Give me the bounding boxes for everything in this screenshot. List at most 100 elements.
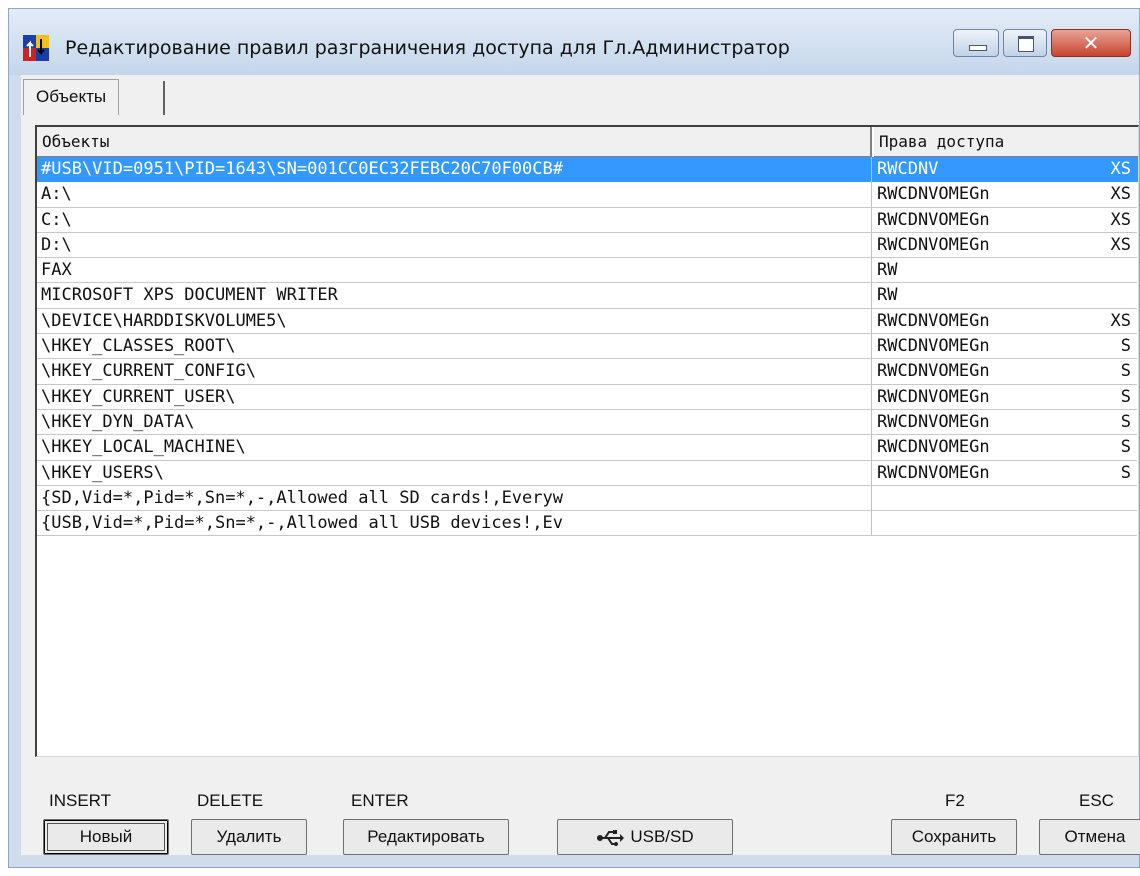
object-cell: \HKEY_CLASSES_ROOT\ bbox=[41, 336, 236, 357]
rights-flags: XS bbox=[1110, 159, 1131, 179]
rights-cell: RWCDNVOMEGn XS bbox=[871, 207, 1137, 233]
object-cell: \HKEY_CURRENT_CONFIG\ bbox=[41, 361, 256, 382]
rights-cell: RWCDNVOMEGn S bbox=[871, 334, 1137, 360]
maximize-button[interactable] bbox=[1003, 29, 1047, 57]
rights-cell: RW bbox=[871, 258, 1137, 284]
maximize-icon bbox=[1018, 36, 1034, 52]
list-row[interactable]: {SD,Vid=*,Pid=*,Sn=*,-,Allowed all SD ca… bbox=[37, 485, 1138, 512]
list-row[interactable]: {USB,Vid=*,Pid=*,Sn=*,-,Allowed all USB … bbox=[37, 511, 1138, 537]
rights-cell: RWCDNVOMEGn S bbox=[871, 384, 1137, 410]
rights-value: RWCDNVOMEGn bbox=[877, 386, 990, 407]
app-icon bbox=[23, 35, 49, 61]
list-row[interactable]: \HKEY_CURRENT_USER\ RWCDNVOMEGn S bbox=[37, 384, 1138, 410]
rights-flags: S bbox=[1120, 386, 1131, 407]
list-row[interactable]: #USB\VID=0951\PID=1643\SN=001CC0EC32FEBC… bbox=[37, 157, 1138, 183]
list-row[interactable]: A:\ RWCDNVOMEGn XS bbox=[37, 182, 1138, 208]
list-row[interactable]: FAX RW bbox=[37, 258, 1138, 284]
rights-cell: RWCDNVOMEGn XS bbox=[871, 308, 1137, 335]
tab-edge bbox=[163, 81, 165, 115]
tab-objects[interactable]: Объекты bbox=[23, 79, 120, 115]
hotkey-save: F2 bbox=[945, 791, 965, 810]
object-cell: MICROSOFT XPS DOCUMENT WRITER bbox=[41, 285, 338, 306]
rights-cell: RWCDNVOMEGn S bbox=[871, 435, 1137, 461]
rights-cell bbox=[871, 511, 1137, 537]
rights-value: RWCDNVOMEGn bbox=[877, 310, 990, 331]
rights-value: RW bbox=[877, 285, 898, 306]
rights-value: RWCDNVOMEGn bbox=[877, 184, 990, 205]
list-row[interactable]: \HKEY_CURRENT_CONFIG\ RWCDNVOMEGn S bbox=[37, 359, 1138, 385]
column-header-rights[interactable]: Права доступа bbox=[874, 127, 1138, 157]
rights-cell bbox=[871, 485, 1137, 512]
list-row[interactable]: \HKEY_LOCAL_MACHINE\ RWCDNVOMEGn S bbox=[37, 435, 1138, 461]
object-cell: A:\ bbox=[41, 184, 72, 205]
rights-value: RW bbox=[877, 260, 898, 281]
list-row[interactable]: \DEVICE\HARDDISKVOLUME5\ RWCDNVOMEGn XS bbox=[37, 308, 1138, 335]
object-cell: D:\ bbox=[41, 234, 72, 255]
rows-container: #USB\VID=0951\PID=1643\SN=001CC0EC32FEBC… bbox=[37, 157, 1138, 537]
rights-flags: S bbox=[1120, 411, 1131, 432]
rights-flags: XS bbox=[1110, 234, 1131, 255]
rights-flags: XS bbox=[1110, 184, 1131, 205]
rights-value: RWCDNVOMEGn bbox=[877, 336, 990, 357]
rights-flags: S bbox=[1120, 437, 1131, 458]
rights-flags: S bbox=[1120, 462, 1131, 483]
save-button[interactable]: Сохранить bbox=[891, 819, 1017, 855]
rights-cell: RW bbox=[871, 283, 1137, 309]
object-cell: \HKEY_LOCAL_MACHINE\ bbox=[41, 437, 246, 458]
rights-value: RWCDNVOMEGn bbox=[877, 234, 990, 255]
app-window: Редактирование правил разграничения дост… bbox=[8, 8, 1140, 868]
row-separator bbox=[37, 535, 871, 537]
row-separator bbox=[871, 535, 1137, 537]
rights-cell: RWCDNVOMEGn XS bbox=[871, 182, 1137, 208]
list-row[interactable]: \HKEY_CLASSES_ROOT\ RWCDNVOMEGn S bbox=[37, 334, 1138, 360]
new-button[interactable]: Новый bbox=[43, 819, 169, 855]
close-button[interactable]: ✕ bbox=[1051, 29, 1131, 57]
rights-cell: RWCDNVOMEGn S bbox=[871, 460, 1137, 486]
hotkey-delete: DELETE bbox=[197, 791, 264, 810]
rights-value: RWCDNV bbox=[877, 159, 939, 179]
usb-icon bbox=[597, 829, 625, 846]
hotkey-enter: ENTER bbox=[351, 791, 409, 810]
rights-value: RWCDNVOMEGn bbox=[877, 437, 990, 458]
cancel-button[interactable]: Отмена bbox=[1039, 819, 1140, 855]
rights-flags: S bbox=[1120, 336, 1131, 357]
minimize-button[interactable] bbox=[953, 29, 999, 57]
usb-sd-button[interactable]: USB/SD bbox=[557, 819, 733, 855]
rights-flags: XS bbox=[1110, 209, 1131, 230]
delete-button[interactable]: Удалить bbox=[191, 819, 307, 855]
rights-value: RWCDNVOMEGn bbox=[877, 411, 990, 432]
list-row[interactable]: MICROSOFT XPS DOCUMENT WRITER RW bbox=[37, 283, 1138, 309]
list-row[interactable]: \HKEY_DYN_DATA\ RWCDNVOMEGn S bbox=[37, 409, 1138, 436]
hotkey-cancel: ESC bbox=[1079, 791, 1114, 810]
title-bar[interactable]: Редактирование правил разграничения дост… bbox=[9, 9, 1139, 75]
object-cell: \HKEY_CURRENT_USER\ bbox=[41, 386, 236, 407]
list-row[interactable]: C:\ RWCDNVOMEGn XS bbox=[37, 207, 1138, 233]
minimize-icon bbox=[969, 45, 987, 51]
edit-button[interactable]: Редактировать bbox=[343, 819, 509, 855]
rights-value: RWCDNVOMEGn bbox=[877, 462, 990, 483]
hotkey-insert: INSERT bbox=[49, 791, 112, 810]
object-cell: {USB,Vid=*,Pid=*,Sn=*,-,Allowed all USB … bbox=[41, 513, 563, 534]
rights-value: RWCDNVOMEGn bbox=[877, 209, 990, 230]
object-cell: {SD,Vid=*,Pid=*,Sn=*,-,Allowed all SD ca… bbox=[41, 487, 563, 508]
column-header-objects[interactable]: Объекты bbox=[37, 127, 872, 157]
rights-flags: S bbox=[1120, 361, 1131, 382]
list-row[interactable]: D:\ RWCDNVOMEGn XS bbox=[37, 232, 1138, 259]
rights-cell: RWCDNVOMEGn XS bbox=[871, 232, 1137, 259]
object-cell: \HKEY_DYN_DATA\ bbox=[41, 411, 195, 432]
objects-list[interactable]: Объекты Права доступа #USB\VID=0951\PID=… bbox=[35, 125, 1139, 757]
window-title: Редактирование правил разграничения дост… bbox=[65, 37, 790, 59]
rights-cell: RWCDNVOMEGn S bbox=[871, 409, 1137, 436]
object-cell: \DEVICE\HARDDISKVOLUME5\ bbox=[41, 310, 287, 331]
usb-sd-label: USB/SD bbox=[630, 827, 694, 846]
rights-value: RWCDNVOMEGn bbox=[877, 361, 990, 382]
rights-cell: RWCDNV XS bbox=[871, 157, 1137, 183]
list-row[interactable]: \HKEY_USERS\ RWCDNVOMEGn S bbox=[37, 460, 1138, 486]
rights-flags: XS bbox=[1110, 310, 1131, 331]
rights-cell: RWCDNVOMEGn S bbox=[871, 359, 1137, 385]
close-icon: ✕ bbox=[1082, 31, 1100, 55]
object-cell: #USB\VID=0951\PID=1643\SN=001CC0EC32FEBC… bbox=[41, 159, 563, 179]
client-area: Объекты Объекты Права доступа #USB\VID=0… bbox=[21, 75, 1140, 855]
object-cell: C:\ bbox=[41, 209, 72, 230]
object-cell: FAX bbox=[41, 260, 72, 281]
